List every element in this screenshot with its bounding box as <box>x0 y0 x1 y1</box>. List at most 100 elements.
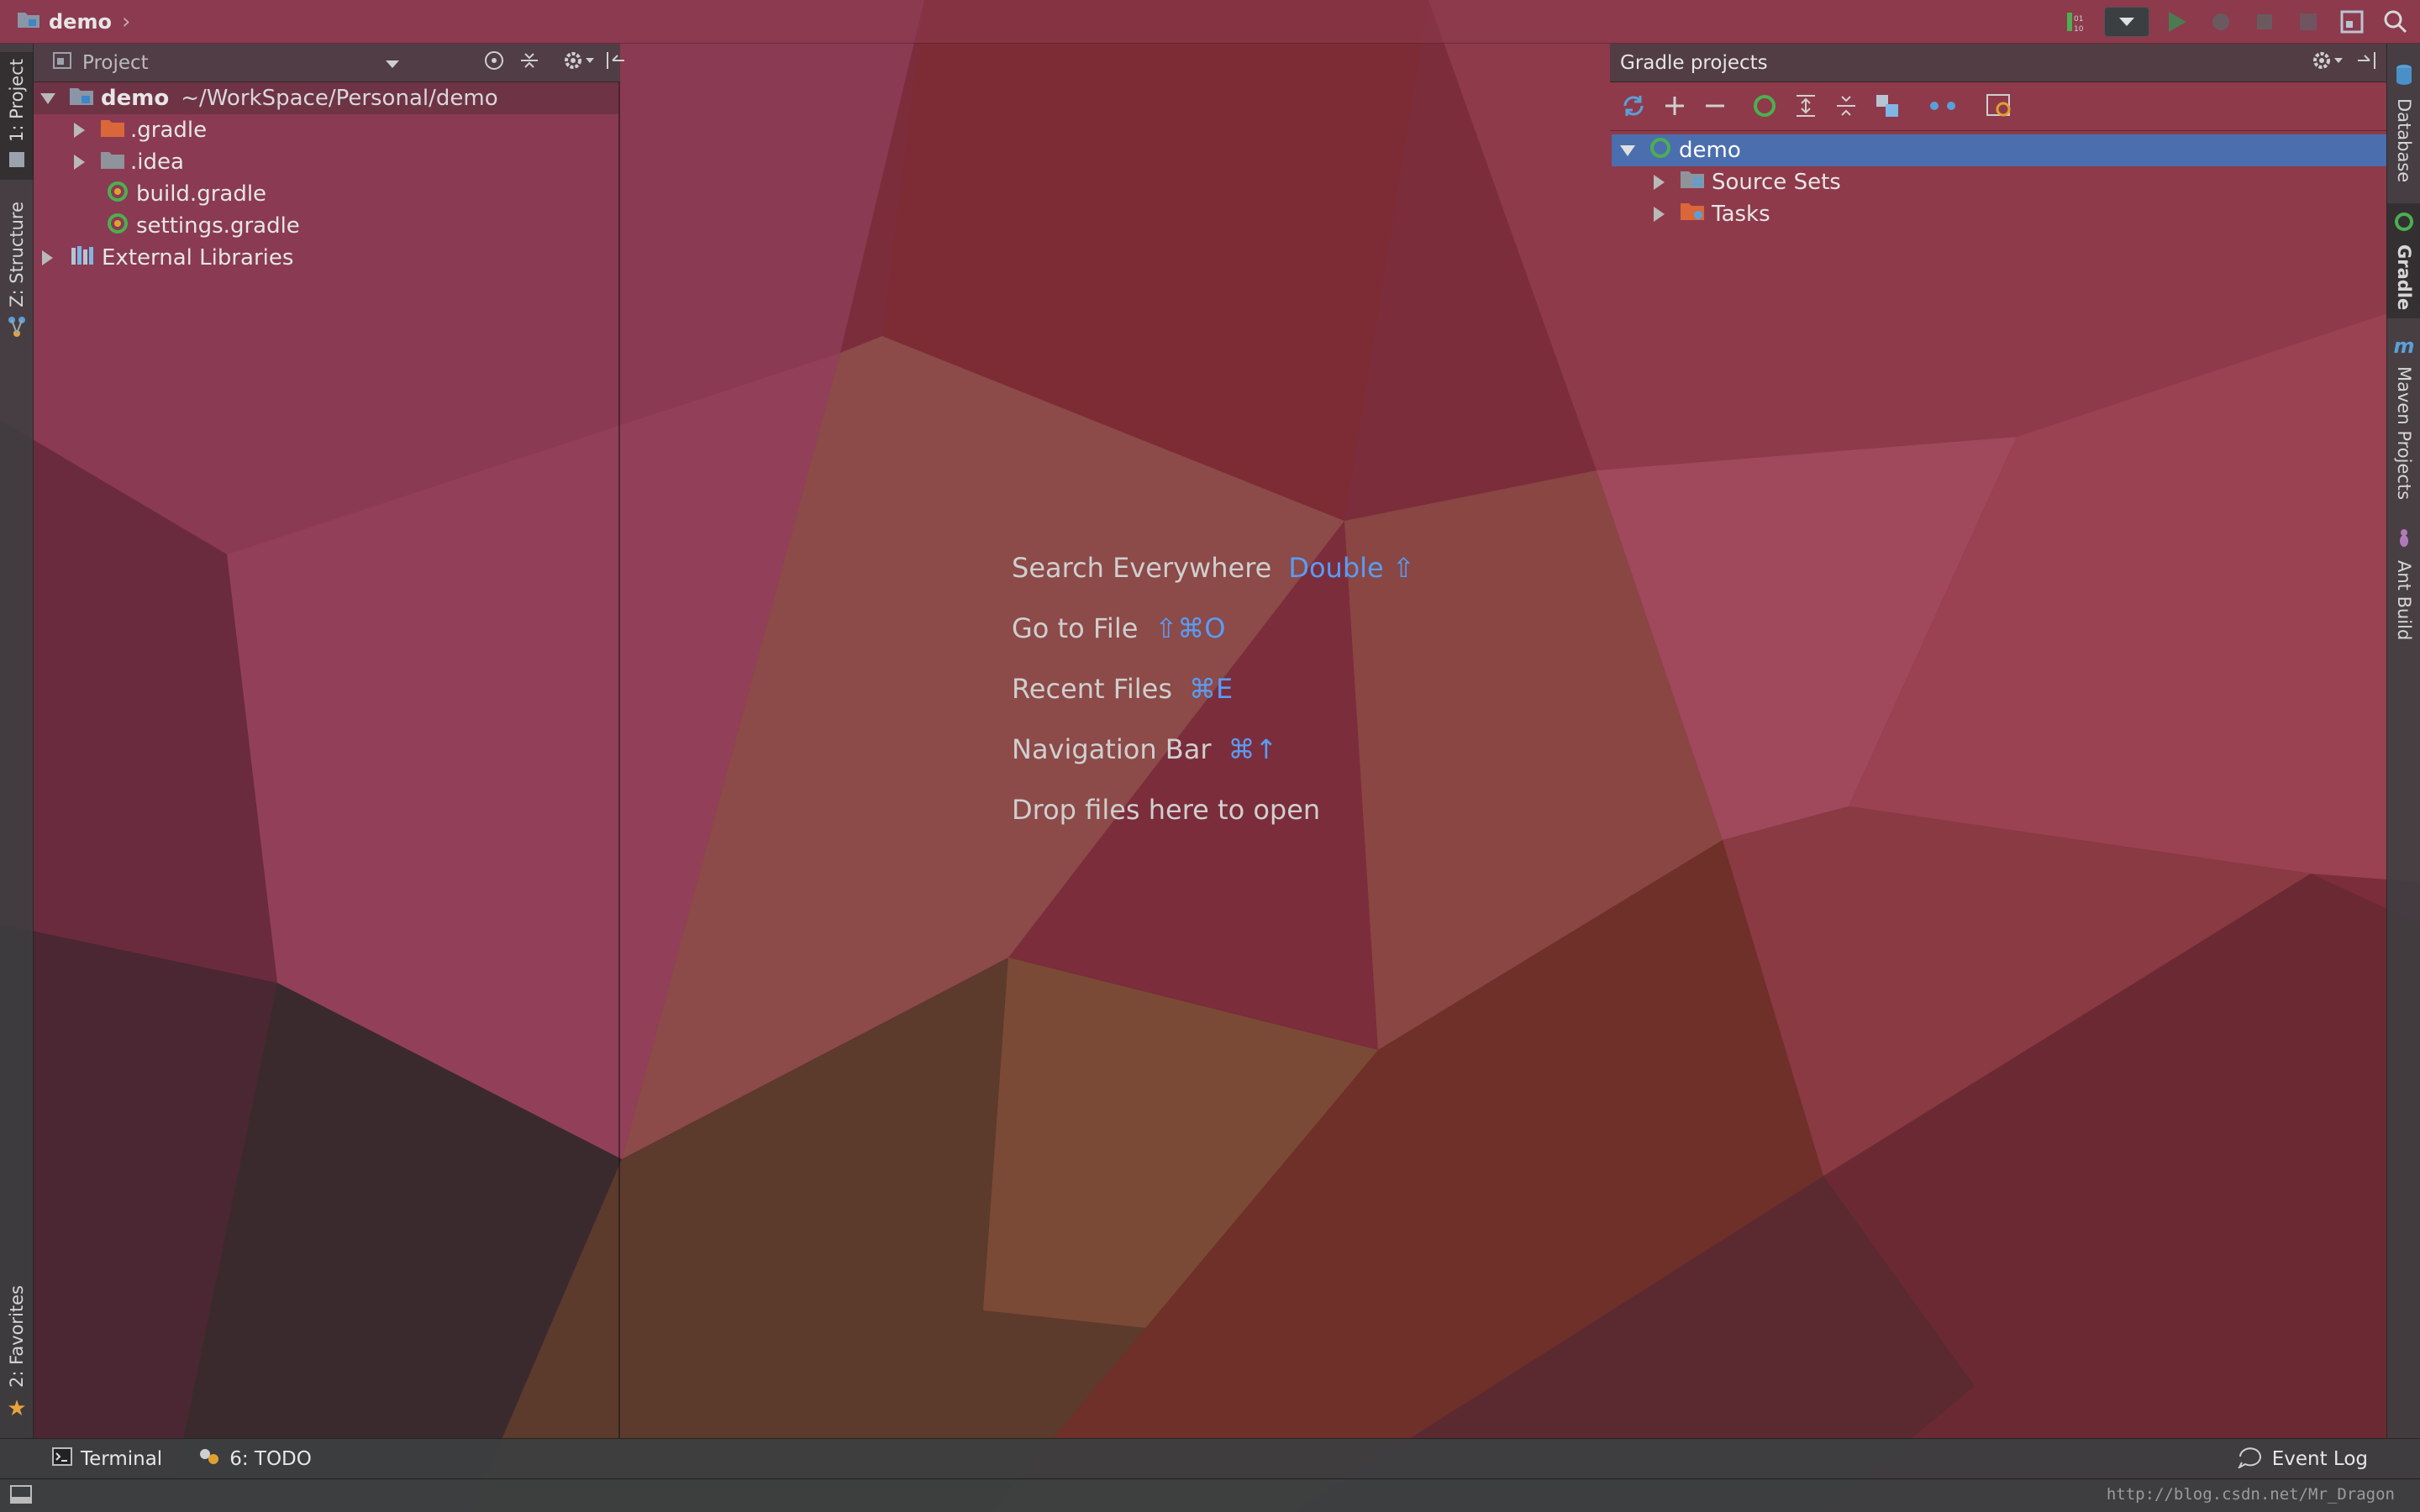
gradle-icon <box>106 180 129 209</box>
collapse-arrow-icon[interactable] <box>40 92 55 104</box>
execute-task-icon[interactable] <box>1751 92 1778 123</box>
left-tool-strip: 1: Project Z: Structure 2: Favorites ★ <box>0 44 34 1438</box>
hint-go-to-file: Go to File ⇧⌘O <box>1012 598 1415 659</box>
project-folder-icon <box>17 9 40 34</box>
tree-item-label: settings.gradle <box>136 213 300 239</box>
expand-arrow-icon[interactable] <box>1654 175 1665 190</box>
tree-item-label: Tasks <box>1712 202 1770 227</box>
gradle-icon <box>2394 212 2414 236</box>
hide-panel-icon[interactable] <box>2356 50 2378 76</box>
group-tasks-icon[interactable] <box>1874 92 1901 123</box>
collapse-arrow-icon[interactable] <box>1620 144 1635 156</box>
tree-root-name: demo <box>101 86 170 111</box>
collapse-all-icon[interactable] <box>1833 93 1859 122</box>
expand-arrow-icon[interactable] <box>74 155 85 170</box>
hide-panel-icon[interactable] <box>604 50 626 76</box>
terminal-tab[interactable]: Terminal <box>52 1446 163 1471</box>
tab-favorites[interactable]: 2: Favorites ★ <box>0 1278 34 1428</box>
tree-item-gradle-dir[interactable]: .gradle <box>74 114 207 146</box>
expand-arrow-icon[interactable] <box>1654 207 1665 222</box>
tab-maven-label: Maven Projects <box>2394 366 2414 501</box>
hint-label: Drop files here to open <box>1012 794 1321 826</box>
gradle-panel-header: Gradle projects <box>1610 44 2386 82</box>
breadcrumb-project[interactable]: demo <box>49 10 112 34</box>
expand-arrow-icon[interactable] <box>42 250 53 265</box>
toggle-tool-windows-icon[interactable] <box>10 1484 32 1507</box>
toggle-offline-icon[interactable] <box>1928 97 1958 118</box>
todo-icon <box>197 1446 221 1472</box>
hint-label: Search Everywhere <box>1012 552 1272 584</box>
gradle-tree-root-label: demo <box>1679 138 1741 163</box>
view-dropdown-icon[interactable] <box>385 52 399 74</box>
gear-icon[interactable] <box>562 50 596 76</box>
tasks-folder-icon <box>1680 201 1707 228</box>
stop-icon[interactable] <box>2292 6 2324 38</box>
star-icon: ★ <box>7 1395 27 1421</box>
remove-icon[interactable] <box>1702 93 1728 122</box>
hint-search-everywhere: Search Everywhere Double ⇧ <box>1012 538 1415 598</box>
tree-root-demo[interactable]: demo ~/WorkSpace/Personal/demo <box>34 82 618 114</box>
collapse-all-icon[interactable] <box>518 50 540 76</box>
structure-icon <box>8 316 26 342</box>
navigation-bar: demo › 01 10 <box>0 0 2420 44</box>
todo-tab[interactable]: 6: TODO <box>197 1446 312 1472</box>
library-icon <box>70 244 95 272</box>
tab-gradle[interactable]: Gradle <box>2387 203 2420 319</box>
gradle-tree-source-sets[interactable]: Source Sets <box>1654 166 1841 198</box>
run-configuration-dropdown[interactable] <box>2104 7 2149 37</box>
hint-label: Recent Files <box>1012 673 1172 705</box>
hint-shortcut: Double ⇧ <box>1288 552 1415 584</box>
tab-project-label: 1: Project <box>7 59 27 142</box>
tree-item-label: Source Sets <box>1712 170 1841 195</box>
project-structure-icon[interactable] <box>2336 6 2368 38</box>
tab-ant-build[interactable]: Ant Build <box>2387 522 2420 645</box>
tab-maven-projects[interactable]: m Maven Projects <box>2387 329 2420 505</box>
tab-structure[interactable]: Z: Structure <box>0 195 34 349</box>
gradle-settings-icon[interactable] <box>1985 92 2013 123</box>
hint-shortcut: ⌘↑ <box>1228 733 1278 765</box>
build-icon[interactable]: 01 10 <box>2060 6 2092 38</box>
hint-shortcut: ⌘E <box>1188 673 1234 705</box>
scroll-from-source-icon[interactable] <box>483 50 505 76</box>
tree-item-settings-gradle[interactable]: settings.gradle <box>106 210 300 242</box>
gradle-icon <box>106 212 129 241</box>
tree-item-external-libraries[interactable]: External Libraries <box>42 242 293 274</box>
project-panel-header: Project <box>34 44 624 82</box>
todo-label: 6: TODO <box>229 1447 312 1470</box>
hint-shortcut: ⇧⌘O <box>1155 612 1226 644</box>
tree-item-build-gradle[interactable]: build.gradle <box>106 178 266 210</box>
coverage-icon[interactable] <box>2249 6 2281 38</box>
bottom-tool-bar: Terminal 6: TODO Event Log <box>0 1438 2420 1478</box>
project-view-icon <box>52 51 72 75</box>
svg-text:01: 01 <box>2074 15 2083 24</box>
watermark: http://blog.csdn.net/Mr_Dragon <box>2106 1485 2395 1504</box>
event-log-tab[interactable]: Event Log <box>2237 1445 2368 1473</box>
gradle-tree-tasks[interactable]: Tasks <box>1654 198 1770 230</box>
tree-item-label: .idea <box>130 150 184 175</box>
tree-item-label: External Libraries <box>102 245 294 270</box>
search-icon[interactable] <box>2380 6 2412 38</box>
right-tool-strip: Database Gradle m Maven Projects Ant Bui… <box>2386 44 2420 1438</box>
tab-structure-label: Z: Structure <box>7 202 27 307</box>
tree-item-label: build.gradle <box>136 181 267 207</box>
expand-all-icon[interactable] <box>1793 93 1818 122</box>
gradle-tree-root-demo[interactable]: demo <box>1612 134 2386 166</box>
project-view-selector[interactable]: Project <box>82 52 149 74</box>
tree-item-idea-dir[interactable]: .idea <box>74 146 184 178</box>
tab-gradle-label: Gradle <box>2394 244 2414 311</box>
gradle-tree: demo Source Sets Tasks <box>1612 133 2386 1435</box>
terminal-label: Terminal <box>81 1447 163 1470</box>
run-icon[interactable] <box>2161 6 2193 38</box>
debug-icon[interactable] <box>2205 6 2237 38</box>
source-sets-icon <box>1680 169 1707 197</box>
tab-database[interactable]: Database <box>2387 59 2420 187</box>
add-icon[interactable] <box>1662 93 1687 122</box>
gear-icon[interactable] <box>2311 50 2344 76</box>
editor-empty-hints: Search Everywhere Double ⇧ Go to File ⇧⌘… <box>1012 538 1415 840</box>
tab-project[interactable]: 1: Project <box>0 52 34 180</box>
breadcrumb[interactable]: demo › <box>17 9 130 34</box>
folder-icon <box>100 150 125 176</box>
expand-arrow-icon[interactable] <box>74 123 85 138</box>
refresh-icon[interactable] <box>1620 92 1647 123</box>
gradle-icon <box>1649 136 1672 165</box>
